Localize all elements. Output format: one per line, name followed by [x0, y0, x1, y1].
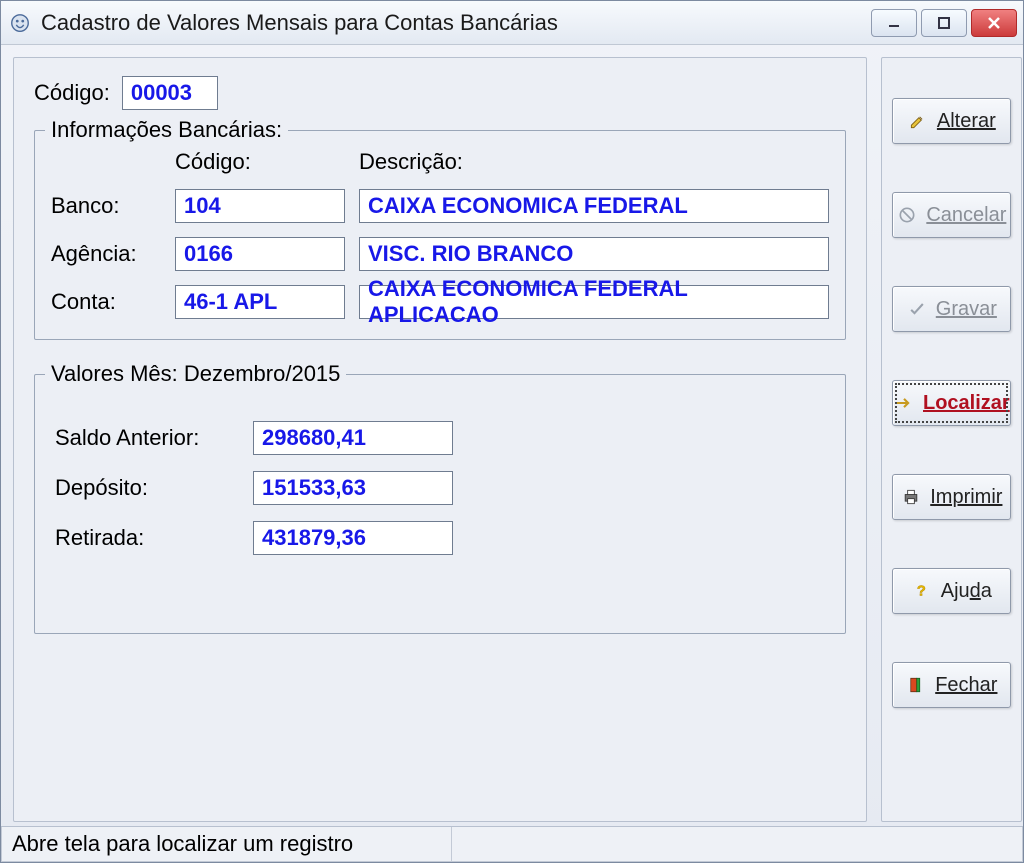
- status-empty: [451, 827, 1023, 862]
- minimize-button[interactable]: [871, 9, 917, 37]
- localizar-label: Localizar: [923, 392, 1010, 415]
- retirada-label: Retirada:: [55, 525, 235, 551]
- values-group: Valores Mês: Dezembro/2015 Saldo Anterio…: [34, 374, 846, 634]
- bank-info-title: Informações Bancárias:: [45, 117, 288, 143]
- client-area: Código: 00003 Informações Bancárias: Cód…: [1, 45, 1023, 826]
- codigo-label: Código:: [34, 80, 110, 106]
- window-title: Cadastro de Valores Mensais para Contas …: [41, 10, 867, 36]
- main-panel: Código: 00003 Informações Bancárias: Cód…: [13, 57, 867, 822]
- side-panel: Alterar Cancelar Gravar Localizar: [881, 57, 1022, 822]
- point-right-icon: [893, 392, 915, 414]
- header-codigo: Código:: [175, 149, 345, 175]
- alterar-label: Alterar: [937, 110, 996, 133]
- title-bar: Cadastro de Valores Mensais para Contas …: [1, 1, 1023, 45]
- localizar-button[interactable]: Localizar: [892, 380, 1011, 426]
- agencia-label: Agência:: [51, 241, 161, 267]
- maximize-button[interactable]: [921, 9, 967, 37]
- cancelar-label: Cancelar: [926, 204, 1006, 227]
- help-icon: ?: [911, 580, 933, 602]
- status-bar: Abre tela para localizar um registro: [1, 826, 1023, 862]
- app-window: Cadastro de Valores Mensais para Contas …: [0, 0, 1024, 863]
- gravar-button[interactable]: Gravar: [892, 286, 1011, 332]
- svg-text:?: ?: [917, 583, 926, 600]
- close-button[interactable]: [971, 9, 1017, 37]
- check-icon: [906, 298, 928, 320]
- bank-info-group: Informações Bancárias: Código: Descrição…: [34, 130, 846, 340]
- deposito-field[interactable]: 151533,63: [253, 471, 453, 505]
- saldo-anterior-field[interactable]: 298680,41: [253, 421, 453, 455]
- edit-icon: [907, 110, 929, 132]
- agencia-codigo-field: 0166: [175, 237, 345, 271]
- saldo-anterior-label: Saldo Anterior:: [55, 425, 235, 451]
- ajuda-label: Ajuda: [941, 580, 992, 603]
- cancelar-button[interactable]: Cancelar: [892, 192, 1011, 238]
- conta-codigo-field: 46-1 APL: [175, 285, 345, 319]
- gravar-label: Gravar: [936, 298, 997, 321]
- deposito-label: Depósito:: [55, 475, 235, 501]
- agencia-descricao-field: VISC. RIO BRANCO: [359, 237, 829, 271]
- values-title: Valores Mês: Dezembro/2015: [45, 361, 346, 387]
- fechar-label: Fechar: [935, 674, 997, 697]
- conta-descricao-field: CAIXA ECONOMICA FEDERAL APLICACAO: [359, 285, 829, 319]
- retirada-field[interactable]: 431879,36: [253, 521, 453, 555]
- banco-codigo-field: 104: [175, 189, 345, 223]
- codigo-row: Código: 00003: [34, 76, 846, 110]
- status-text: Abre tela para localizar um registro: [1, 827, 451, 862]
- fechar-button[interactable]: Fechar: [892, 662, 1011, 708]
- ajuda-button[interactable]: ? Ajuda: [892, 568, 1011, 614]
- door-exit-icon: [905, 674, 927, 696]
- app-icon: [7, 10, 33, 36]
- alterar-button[interactable]: Alterar: [892, 98, 1011, 144]
- header-descricao: Descrição:: [359, 149, 829, 175]
- printer-icon: [900, 486, 922, 508]
- banco-label: Banco:: [51, 193, 161, 219]
- imprimir-label: Imprimir: [930, 486, 1002, 509]
- conta-label: Conta:: [51, 289, 161, 315]
- banco-descricao-field: CAIXA ECONOMICA FEDERAL: [359, 189, 829, 223]
- cancel-icon: [896, 204, 918, 226]
- imprimir-button[interactable]: Imprimir: [892, 474, 1011, 520]
- codigo-field[interactable]: 00003: [122, 76, 218, 110]
